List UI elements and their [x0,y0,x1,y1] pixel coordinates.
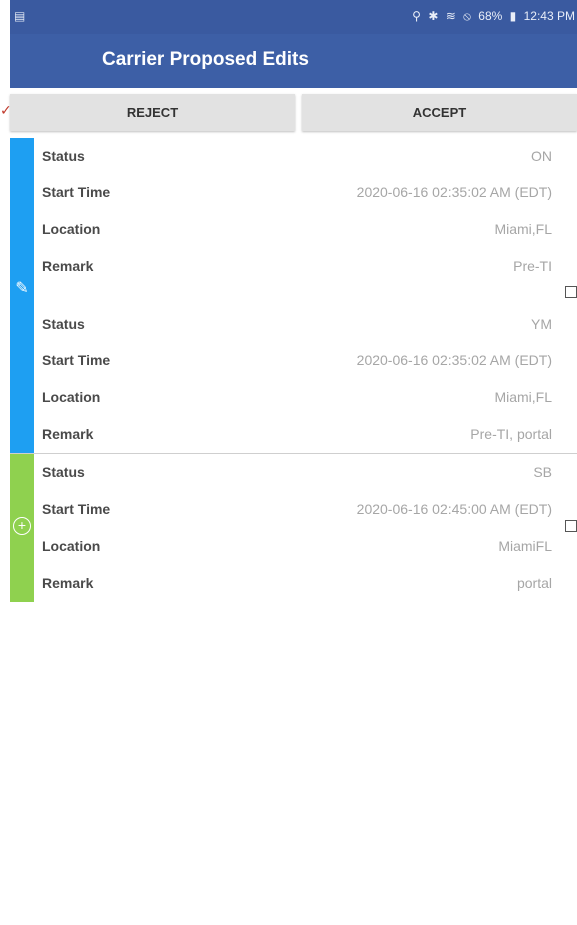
app-bar: Carrier Proposed Edits [10,34,577,88]
field-label: Location [42,389,101,405]
add-circle-icon: + [13,517,31,535]
record-row: Status SB [42,454,552,490]
field-label: Start Time [42,501,111,517]
pencil-icon: ✎ [15,280,29,297]
status-bar: ▤ ⚲ ✱ ≋ ⦸ 68% ▮ 12:43 PM [10,0,577,34]
record-row: Remark Pre-TI [42,248,552,284]
field-value: Miami,FL [494,389,552,405]
do-not-disturb-icon: ⦸ [463,9,471,23]
field-label: Start Time [42,184,111,200]
battery-level: 68% [478,9,503,23]
select-edit-checkbox[interactable] [565,286,577,298]
field-value: Miami,FL [494,221,552,237]
record-row: Remark Pre-TI, portal [42,416,552,452]
record-row: Start Time 2020-06-16 02:35:02 AM (EDT) [42,174,552,210]
select-add-checkbox[interactable] [565,520,577,532]
record-row: Start Time 2020-06-16 02:35:02 AM (EDT) [42,342,552,378]
field-label: Remark [42,426,94,442]
record-row: Remark portal [42,565,552,601]
field-label: Location [42,221,101,237]
bluetooth-icon: ✱ [428,9,439,23]
record-row: Status YM [42,306,552,342]
accept-button[interactable]: ACCEPT [302,94,577,131]
field-value: 2020-06-16 02:35:02 AM (EDT) [356,352,552,368]
field-label: Remark [42,258,94,274]
record-row: Location MiamiFL [42,528,552,564]
status-bar-right: ⚲ ✱ ≋ ⦸ 68% ▮ 12:43 PM [408,9,575,24]
field-value: YM [531,316,552,332]
location-icon: ⚲ [412,9,421,23]
clock: 12:43 PM [523,9,575,23]
action-bar: REJECT ACCEPT [10,94,577,132]
notification-icon: ▤ [14,9,26,23]
add-group[interactable]: + Status SB Start Time 2020-06-16 02:45:… [10,454,577,602]
add-stripe: + [10,454,34,602]
field-value: SB [533,464,552,480]
field-label: Location [42,538,101,554]
field-value: portal [516,575,552,591]
field-value: ON [531,148,552,164]
field-value: 2020-06-16 02:45:00 AM (EDT) [356,501,552,517]
record-row: Status ON [42,138,552,174]
record-row: Location Miami,FL [42,211,552,247]
field-label: Remark [42,575,94,591]
edit-stripe: ✎ [10,138,34,453]
field-value: 2020-06-16 02:35:02 AM (EDT) [356,184,552,200]
wifi-icon: ≋ [445,9,456,23]
field-label: Start Time [42,352,111,368]
record-row: Location Miami,FL [42,379,552,415]
reject-button[interactable]: REJECT [10,94,295,131]
record-row: Start Time 2020-06-16 02:45:00 AM (EDT) [42,491,552,527]
field-value: Pre-TI [513,258,552,274]
field-value: Pre-TI, portal [470,426,552,442]
battery-icon: ▮ [509,9,517,23]
page-title: Carrier Proposed Edits [102,49,309,70]
field-label: Status [42,464,85,480]
edit-group[interactable]: ✎ Status ON Start Time 2020-06-16 02:35:… [10,138,577,454]
field-label: Status [42,148,85,164]
edge-marker-icon: ✓ [0,102,12,118]
field-label: Status [42,316,85,332]
field-value: MiamiFL [498,538,552,554]
